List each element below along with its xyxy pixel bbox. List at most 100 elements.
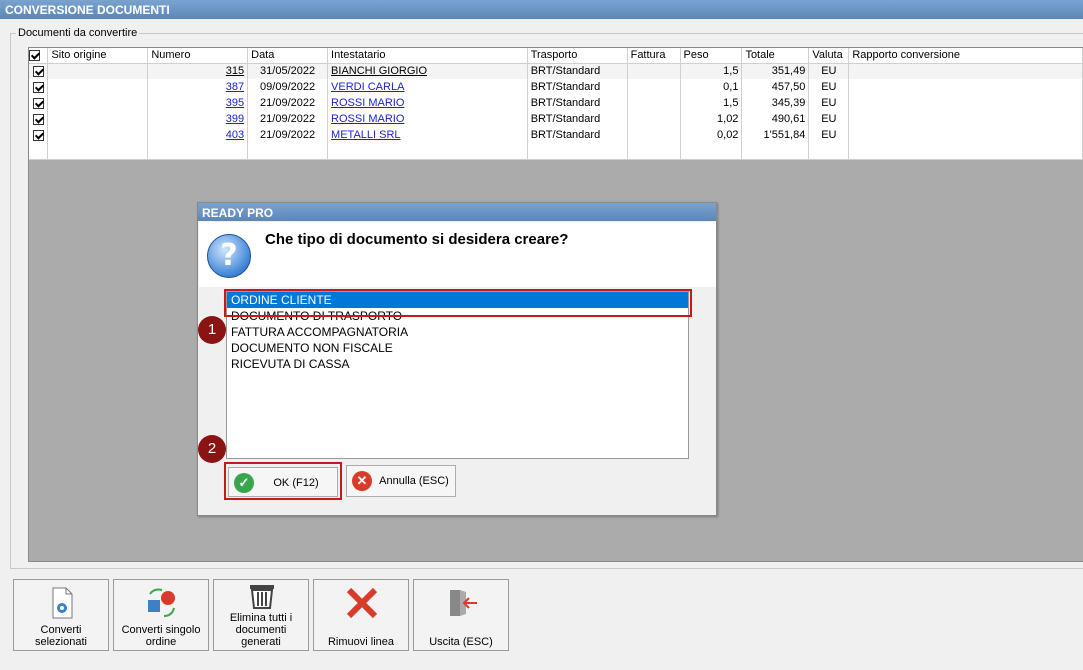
cancel-button[interactable]: ✕ Annulla (ESC) [346, 465, 456, 497]
table-row[interactable]: 315 31/05/2022 BIANCHI GIORGIO BRT/Stand… [29, 63, 1083, 79]
cell-totale: 351,49 [741, 63, 810, 79]
cell-rapporto [848, 111, 1083, 127]
step-badge-2: 2 [198, 435, 226, 463]
col-header-trasporto[interactable]: Trasporto [527, 48, 628, 64]
row-checkbox[interactable] [29, 127, 49, 143]
cell-valuta: EU [808, 63, 850, 79]
cell-fattura [627, 111, 681, 127]
cell-peso: 1,02 [680, 111, 743, 127]
dialog-question: Che tipo di documento si desidera creare… [265, 231, 569, 248]
cell-numero-link[interactable]: 399 [147, 111, 249, 127]
converti-selezionati-label: Converti selezionati [35, 624, 87, 648]
grid-header-row: Sito origine Numero Data Intestatario Tr… [29, 48, 1083, 64]
cell-fattura [627, 63, 681, 79]
cell-sito [47, 127, 149, 143]
cell-numero-link[interactable]: 315 [147, 63, 249, 79]
rimuovi-linea-button[interactable]: Rimuovi linea [313, 579, 409, 651]
document-type-dialog: READY PRO ? Che tipo di documento si des… [197, 202, 717, 516]
cell-intestatario-link[interactable]: ROSSI MARIO [327, 95, 528, 111]
question-icon: ? [207, 234, 251, 278]
cell-fattura [627, 95, 681, 111]
cell-sito [47, 63, 149, 79]
cell-numero-link[interactable]: 403 [147, 127, 249, 143]
col-header-numero[interactable]: Numero [147, 48, 249, 64]
row-checkbox[interactable] [29, 63, 49, 79]
cancel-x-icon: ✕ [352, 471, 372, 491]
rimuovi-linea-label: Rimuovi linea [327, 636, 395, 648]
cell-trasporto: BRT/Standard [527, 63, 628, 79]
list-item-documento-non-fiscale[interactable]: DOCUMENTO NON FISCALE [227, 340, 688, 356]
cell-valuta: EU [808, 79, 850, 95]
cell-totale: 1'551,84 [741, 127, 810, 143]
col-header-totale[interactable]: Totale [741, 48, 810, 64]
list-item-ricevuta-cassa[interactable]: RICEVUTA DI CASSA [227, 356, 688, 372]
document-gear-icon [52, 587, 73, 619]
col-header-valuta[interactable]: Valuta [808, 48, 850, 64]
cell-totale: 490,61 [741, 111, 810, 127]
cell-valuta: EU [808, 95, 850, 111]
cell-data: 21/09/2022 [247, 127, 329, 143]
cell-peso: 0,1 [680, 79, 743, 95]
row-checkbox[interactable] [29, 111, 49, 127]
cell-intestatario-link[interactable]: VERDI CARLA [327, 79, 528, 95]
list-item-fattura-accompagnatoria[interactable]: FATTURA ACCOMPAGNATORIA [227, 324, 688, 340]
cell-intestatario-link[interactable]: ROSSI MARIO [327, 111, 528, 127]
cell-rapporto [848, 63, 1083, 79]
col-header-sito[interactable]: Sito origine [47, 48, 149, 64]
elimina-tutti-button[interactable]: Elimina tutti i documenti generati [213, 579, 309, 651]
elimina-tutti-label: Elimina tutti i documenti generati [229, 612, 293, 648]
cell-data: 21/09/2022 [247, 95, 329, 111]
cell-totale: 345,39 [741, 95, 810, 111]
cell-fattura [627, 127, 681, 143]
cell-valuta: EU [808, 127, 850, 143]
convert-shapes-icon [148, 588, 175, 617]
table-row[interactable]: 403 21/09/2022 METALLI SRL BRT/Standard … [29, 127, 1083, 143]
cell-data: 31/05/2022 [247, 63, 329, 79]
table-row[interactable]: 399 21/09/2022 ROSSI MARIO BRT/Standard … [29, 111, 1083, 127]
col-header-fattura[interactable]: Fattura [627, 48, 681, 64]
row-checkbox[interactable] [29, 95, 49, 111]
cell-trasporto: BRT/Standard [527, 127, 628, 143]
cell-rapporto [848, 127, 1083, 143]
window-title: CONVERSIONE DOCUMENTI [0, 0, 1083, 19]
col-header-intestatario[interactable]: Intestatario [327, 48, 528, 64]
cell-sito [47, 95, 149, 111]
cell-sito [47, 79, 149, 95]
select-all-checkbox[interactable] [29, 48, 49, 64]
bottom-toolbar: Converti selezionati Converti singolo or… [0, 571, 1083, 670]
col-header-data[interactable]: Data [247, 48, 329, 64]
highlight-box-ok-button [224, 462, 342, 500]
converti-singolo-button[interactable]: Converti singolo ordine [113, 579, 209, 651]
uscita-button[interactable]: Uscita (ESC) [413, 579, 509, 651]
col-header-rapporto[interactable]: Rapporto conversione [848, 48, 1083, 64]
documents-table: Sito origine Numero Data Intestatario Tr… [29, 48, 1083, 160]
new-row[interactable] [29, 143, 1083, 160]
cell-fattura [627, 79, 681, 95]
table-row[interactable]: 395 21/09/2022 ROSSI MARIO BRT/Standard … [29, 95, 1083, 111]
cell-peso: 0,02 [680, 127, 743, 143]
cell-totale: 457,50 [741, 79, 810, 95]
row-checkbox[interactable] [29, 79, 49, 95]
cell-peso: 1,5 [680, 63, 743, 79]
cell-rapporto [848, 79, 1083, 95]
col-header-peso[interactable]: Peso [680, 48, 743, 64]
cell-intestatario-link[interactable]: METALLI SRL [327, 127, 528, 143]
cell-sito [47, 111, 149, 127]
red-x-icon [346, 587, 378, 619]
cell-rapporto [848, 95, 1083, 111]
converti-selezionati-button[interactable]: Converti selezionati [13, 579, 109, 651]
cell-peso: 1,5 [680, 95, 743, 111]
cancel-button-label: Annulla (ESC) [379, 475, 449, 487]
step-badge-1: 1 [198, 316, 226, 344]
table-row[interactable]: 387 09/09/2022 VERDI CARLA BRT/Standard … [29, 79, 1083, 95]
cell-trasporto: BRT/Standard [527, 95, 628, 111]
cell-numero-link[interactable]: 395 [147, 95, 249, 111]
cell-numero-link[interactable]: 387 [147, 79, 249, 95]
dialog-header: ? Che tipo di documento si desidera crea… [199, 222, 716, 287]
cell-data: 21/09/2022 [247, 111, 329, 127]
converti-singolo-label: Converti singolo ordine [121, 624, 201, 648]
dialog-title: READY PRO [198, 203, 716, 221]
cell-valuta: EU [808, 111, 850, 127]
groupbox-label: Documenti da convertire [16, 27, 140, 39]
cell-intestatario-link[interactable]: BIANCHI GIORGIO [327, 63, 528, 79]
